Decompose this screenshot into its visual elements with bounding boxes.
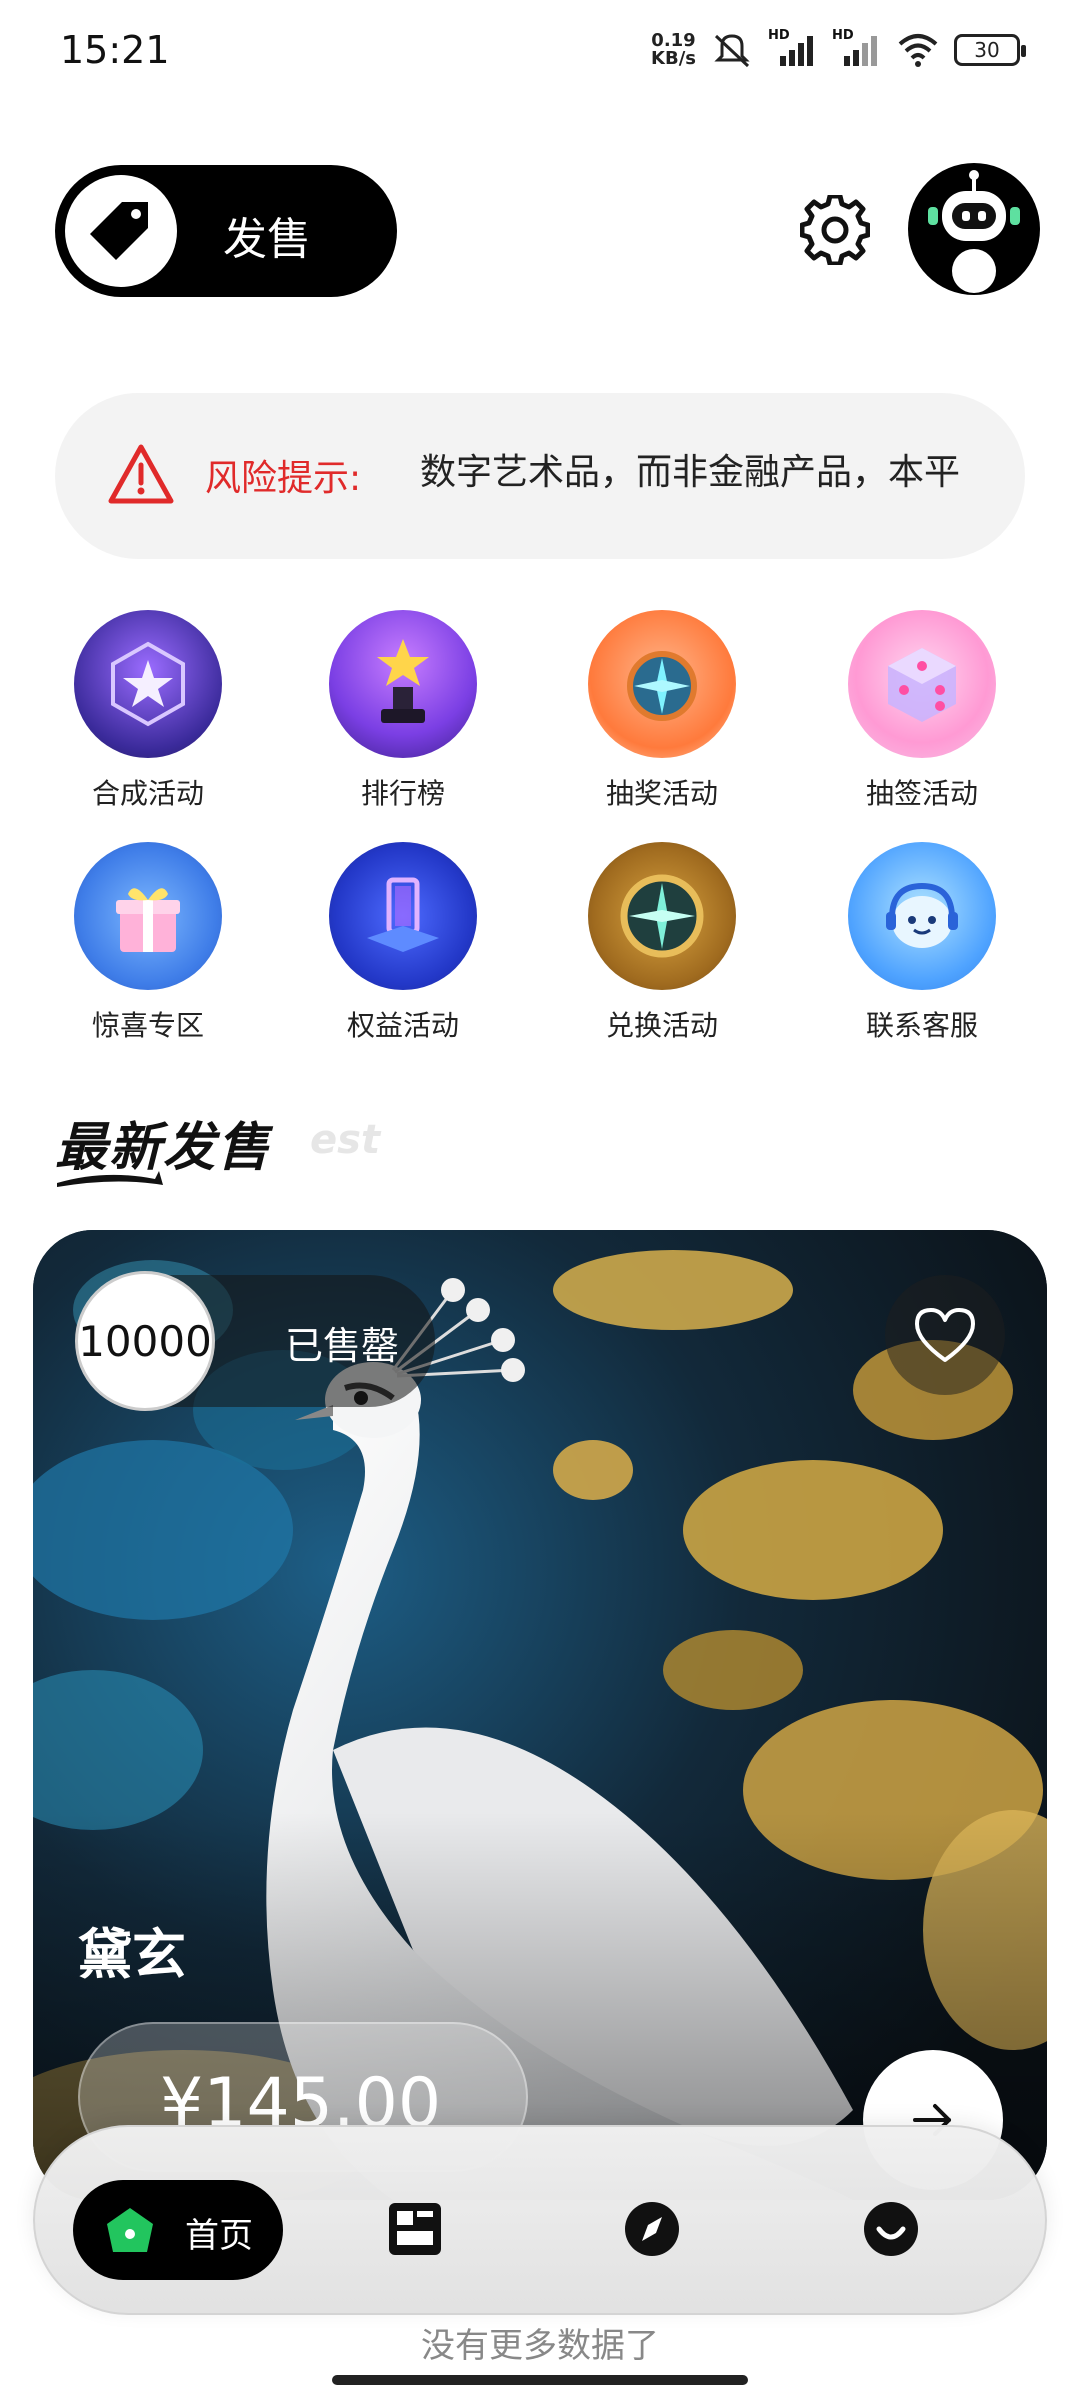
risk-notice-marquee: 数字艺术品，而非金融产品，本平 xyxy=(420,443,980,503)
status-time: 15:21 xyxy=(60,28,170,72)
support-bot-icon xyxy=(848,842,996,990)
quick-link-surprise[interactable]: 惊喜专区 xyxy=(48,842,248,1044)
product-card[interactable]: 10000 已售罄 黛玄 ¥145.00 xyxy=(33,1230,1047,2200)
network-speed: 0.19 KB/s xyxy=(651,30,696,69)
tag-icon xyxy=(65,175,177,287)
market-icon[interactable] xyxy=(385,2199,445,2259)
product-name: 黛玄 xyxy=(78,1923,186,1986)
quick-link-draw[interactable]: 抽签活动 xyxy=(822,610,1022,812)
trophy-icon xyxy=(329,610,477,758)
bottom-nav: 首页 xyxy=(33,2125,1047,2315)
edition-count: 10000 xyxy=(75,1271,215,1411)
sell-label: 发售 xyxy=(223,214,311,265)
sell-button[interactable]: 发售 xyxy=(55,165,397,297)
heart-icon xyxy=(915,1308,975,1362)
favorite-button[interactable] xyxy=(885,1275,1005,1395)
signal-icon-2: HD xyxy=(832,28,882,70)
risk-notice-label: 风险提示: xyxy=(205,458,362,499)
status-bar: 15:21 0.19 KB/s HD HD 30 xyxy=(0,0,1080,100)
gold-compass-icon xyxy=(588,842,736,990)
wifi-icon xyxy=(898,34,938,67)
signal-icon-1: HD xyxy=(768,28,818,70)
home-indicator[interactable] xyxy=(332,2375,748,2385)
compass-orb-icon xyxy=(588,610,736,758)
quick-link-lottery[interactable]: 抽奖活动 xyxy=(562,610,762,812)
quick-link-exchange[interactable]: 兑换活动 xyxy=(562,842,762,1044)
section-title: 最新发售 est xyxy=(55,1105,380,1187)
robot-avatar[interactable] xyxy=(908,163,1040,295)
gift-box-icon xyxy=(74,842,222,990)
profile-icon[interactable] xyxy=(861,2199,921,2259)
nav-home-label: 首页 xyxy=(185,2216,253,2256)
no-more-data-text: 没有更多数据了 xyxy=(421,2326,659,2366)
swoosh-decoration xyxy=(57,1171,163,1187)
dice-icon xyxy=(848,610,996,758)
star-crystal-icon xyxy=(74,610,222,758)
home-icon xyxy=(107,2208,153,2252)
quick-link-ranking[interactable]: 排行榜 xyxy=(303,610,503,812)
quick-link-benefits[interactable]: 权益活动 xyxy=(303,842,503,1044)
risk-notice-banner[interactable]: 风险提示: 数字艺术品，而非金融产品，本平 xyxy=(55,393,1025,559)
battery-icon: 30 xyxy=(954,34,1026,66)
portal-icon xyxy=(329,842,477,990)
quick-link-customer-service[interactable]: 联系客服 xyxy=(822,842,1022,1044)
warning-icon xyxy=(108,444,174,504)
mute-icon xyxy=(714,34,750,68)
discover-icon[interactable] xyxy=(622,2199,682,2259)
gear-icon[interactable] xyxy=(800,195,870,265)
nav-home-button[interactable]: 首页 xyxy=(73,2180,283,2280)
quick-link-synthesis[interactable]: 合成活动 xyxy=(48,610,248,812)
status-icons: 0.19 KB/s HD HD 30 xyxy=(651,28,1026,70)
risk-notice-text: 数字艺术品，而非金融产品，本平 xyxy=(420,452,961,493)
edition-count-pill: 10000 已售罄 xyxy=(75,1271,435,1411)
section-title-sub: est xyxy=(310,1117,381,1163)
sold-out-label: 已售罄 xyxy=(285,1324,400,1368)
